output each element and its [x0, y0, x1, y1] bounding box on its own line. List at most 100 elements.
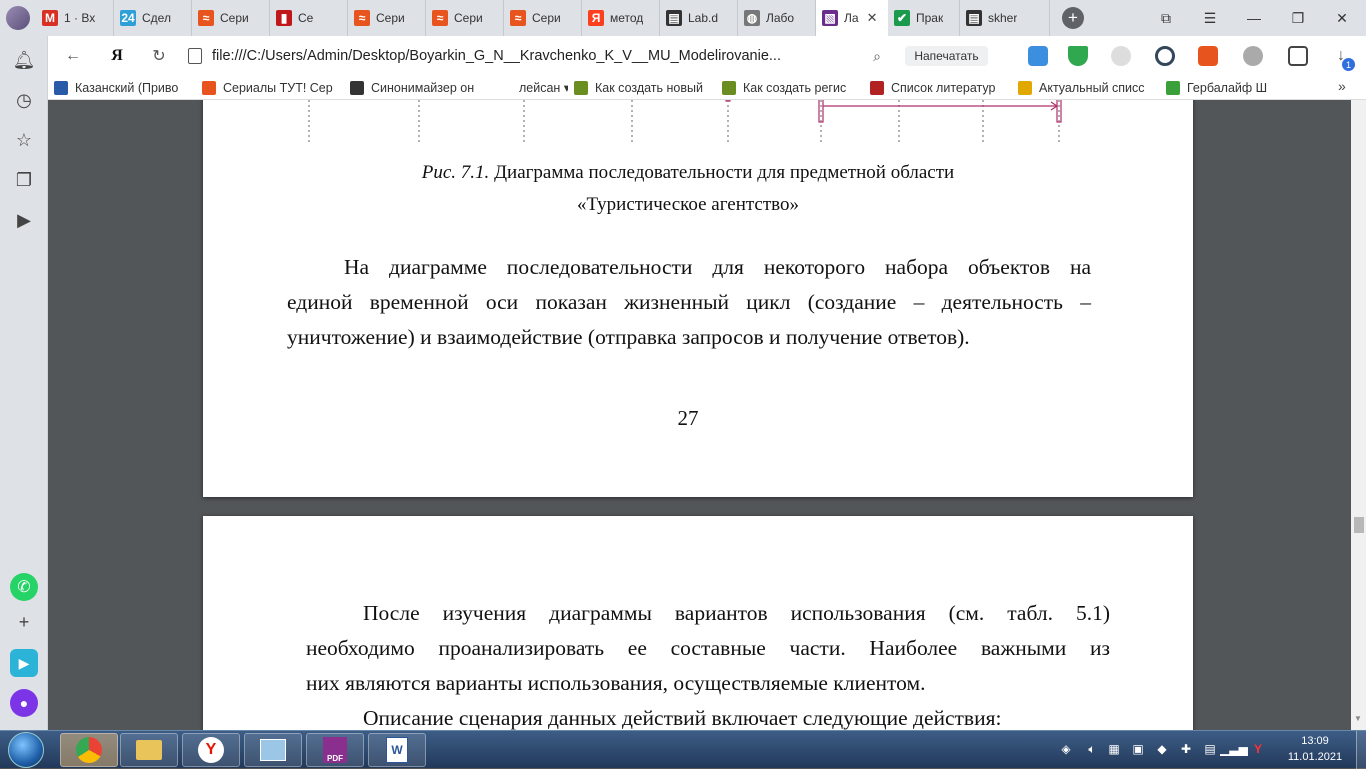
print-button[interactable]: Напечатать	[905, 46, 988, 66]
profile-avatar[interactable]	[0, 0, 36, 36]
windows-taskbar: Y PDF W ◈ 🔈︎ ▦ ▣ ◆ ✚ ▤ ▁▃▅ Y 13:09 11.01…	[0, 730, 1366, 769]
figure-number: Рис. 7.1.	[421, 162, 490, 183]
bookmark-label: Синонимайзер он	[371, 80, 475, 95]
tab-5[interactable]: ≈ Сери	[426, 0, 504, 36]
tab-label: Прак	[916, 11, 944, 25]
yandex-browser-taskbar-icon[interactable]: Y	[182, 733, 240, 767]
collections-icon[interactable]	[1288, 46, 1308, 66]
tab-0[interactable]: M 1 · Вх	[36, 0, 114, 36]
tab-strip: M 1 · Вх 24 Сдел ≈ Сери ▮ Се ≈ Сери ≈ Сери ≈ Сери Ямет…	[36, 0, 1050, 36]
network-signal-icon[interactable]: ▁▃▅	[1220, 741, 1248, 757]
scrollbar-thumb[interactable]	[1354, 517, 1364, 533]
tab-8[interactable]: ▤ Lab.d	[660, 0, 738, 36]
menu-icon[interactable]: ☰	[1190, 0, 1230, 36]
tab-10[interactable]: ▧ Ла ✕	[816, 0, 888, 36]
tab-label: Сдел	[142, 11, 171, 25]
tray-app3-icon[interactable]: ◆	[1154, 741, 1170, 757]
bookmark-item[interactable]: Актуальный списс	[1012, 80, 1160, 95]
explorer-taskbar-icon[interactable]	[120, 733, 178, 767]
close-tab-icon[interactable]: ✕	[867, 10, 878, 26]
pdf-reader-taskbar-icon[interactable]: PDF	[306, 733, 364, 767]
tab-1[interactable]: 24 Сдел	[114, 0, 192, 36]
volume-icon[interactable]: 🔈︎	[1084, 741, 1100, 757]
yandex-tray-icon[interactable]: Y	[1250, 741, 1266, 757]
figure-title-line2: «Туристическое агентство»	[577, 194, 799, 215]
whatsapp-icon[interactable]: ✆	[10, 573, 38, 601]
bookmark-item[interactable]: Как создать регис	[716, 80, 864, 95]
tab-label: skher	[988, 11, 1018, 25]
reload-button[interactable]: ↻	[142, 39, 176, 73]
vpn-extension-icon[interactable]	[1155, 46, 1175, 66]
para1-line2: единой временной оси показан жизненный ц…	[287, 290, 1091, 314]
new-tab-button[interactable]: +	[1062, 7, 1084, 29]
bookmark-item[interactable]: Сериалы ТУТ! Сер	[196, 80, 344, 95]
file-icon	[188, 48, 202, 64]
tab-6[interactable]: ≈ Сери	[504, 0, 582, 36]
tab-favicon-icon: ≈	[198, 10, 214, 26]
clock[interactable]: 13:09 11.01.2021	[1280, 733, 1350, 765]
more-bookmarks-icon[interactable]: »	[1338, 78, 1346, 94]
alice-icon[interactable]: ●	[10, 689, 38, 717]
back-button[interactable]: ←	[56, 39, 90, 73]
tab-favicon-icon: M	[42, 10, 58, 26]
tab-9[interactable]: ◍ Лабо	[738, 0, 816, 36]
tray-app-icon[interactable]: ▦	[1106, 741, 1122, 757]
tab-manager-icon[interactable]: ⧉	[1146, 0, 1186, 36]
translate-extension-icon[interactable]	[1028, 46, 1048, 66]
tab-favicon-icon: ▤	[666, 10, 682, 26]
clock-date: 11.01.2021	[1287, 751, 1343, 763]
tab-label: Сери	[220, 11, 249, 25]
bookmark-favicon-icon	[722, 80, 736, 95]
globe-extension-icon[interactable]	[1243, 46, 1263, 66]
start-button[interactable]	[8, 732, 44, 768]
para2-line3: них являются варианты использования, осу…	[306, 671, 926, 695]
show-desktop-button[interactable]	[1356, 731, 1366, 769]
notifications-icon[interactable]: 🔔︎	[10, 46, 38, 74]
collections-sidebar-icon[interactable]: ❐	[10, 166, 38, 194]
chrome-taskbar-icon[interactable]	[60, 733, 118, 767]
bookmark-item[interactable]: Казанский (Приво	[48, 80, 196, 95]
scroll-down-icon[interactable]: ▼	[1354, 714, 1362, 723]
bookmark-item[interactable]: Список литератур	[864, 80, 1012, 95]
paragraph-use-cases: После изучения диаграммы вариантов испол…	[306, 596, 1110, 730]
bookmark-label: Гербалайф Ш	[1187, 80, 1268, 95]
close-window-button[interactable]: ✕	[1322, 0, 1362, 36]
messenger-icon[interactable]: ▶	[10, 649, 38, 677]
tab-4[interactable]: ≈ Сери	[348, 0, 426, 36]
tab-label: Сери	[532, 11, 561, 25]
favorites-icon[interactable]: ☆	[10, 126, 38, 154]
bookmark-favicon-icon	[202, 80, 216, 95]
bookmark-item[interactable]: Синонимайзер он	[344, 80, 492, 95]
tab-12[interactable]: ▤ skher	[960, 0, 1050, 36]
tab-2[interactable]: ≈ Сери	[192, 0, 270, 36]
tab-11[interactable]: ✔ Прак	[888, 0, 960, 36]
tab-favicon-icon: 24	[120, 10, 136, 26]
control-panel-taskbar-icon[interactable]	[244, 733, 302, 767]
series-extension-icon[interactable]	[1198, 46, 1218, 66]
bookmark-item[interactable]: Как создать новый	[568, 80, 716, 95]
bookmark-item[interactable]: Гербалайф Ш	[1160, 80, 1285, 95]
add-panel-icon[interactable]: +	[10, 608, 38, 636]
bookmark-label: Сериалы ТУТ! Сер	[223, 80, 333, 95]
bookmark-favicon-icon	[1018, 80, 1032, 95]
tray-app2-icon[interactable]: ▣	[1130, 741, 1146, 757]
zoom-icon[interactable]: ⌕	[860, 39, 894, 73]
tray-app4-icon[interactable]: ▤	[1202, 741, 1218, 757]
tray-lang-icon[interactable]: ◈	[1058, 741, 1074, 757]
tab-favicon-icon: ≈	[432, 10, 448, 26]
tray-shield-icon[interactable]: ✚	[1178, 741, 1194, 757]
tab-7[interactable]: Яметод	[582, 0, 660, 36]
shield-extension-icon[interactable]	[1068, 46, 1088, 66]
yandex-home-icon[interactable]: Я	[100, 39, 134, 73]
history-icon[interactable]: ◷	[10, 86, 38, 114]
media-icon[interactable]: ▶	[10, 206, 38, 234]
search-extension-icon[interactable]	[1111, 46, 1131, 66]
bookmark-item[interactable]: лейсан ▾	[492, 80, 568, 95]
pdf-page-27: Рис. 7.1. Диаграмма последовательности д…	[203, 100, 1193, 497]
word-taskbar-icon[interactable]: W	[368, 733, 426, 767]
tab-3[interactable]: ▮ Се	[270, 0, 348, 36]
minimize-button[interactable]: —	[1234, 0, 1274, 36]
restore-button[interactable]: ❐	[1278, 0, 1318, 36]
tab-favicon-icon: ▮	[276, 10, 292, 26]
page-scrollbar[interactable]: ▼	[1351, 100, 1366, 730]
